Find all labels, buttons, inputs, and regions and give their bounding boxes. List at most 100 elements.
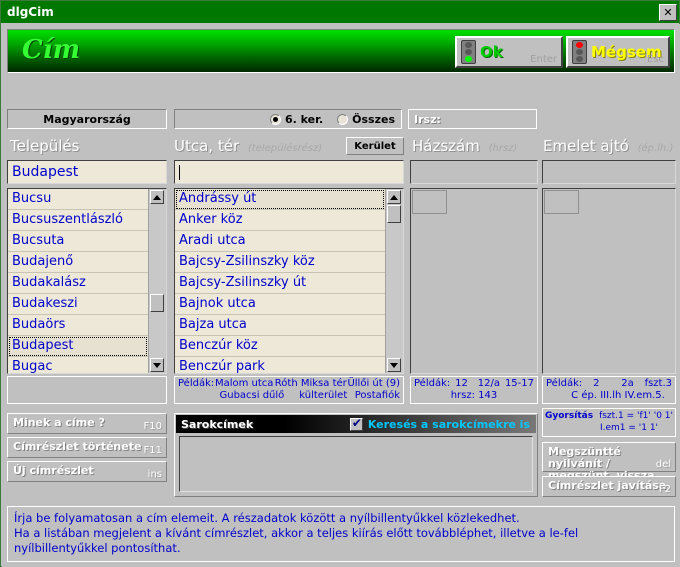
list-item[interactable]: Bugac <box>8 357 148 373</box>
radio-all[interactable]: Összes <box>337 113 395 126</box>
list-item[interactable]: Bucsu <box>8 189 148 210</box>
list-item[interactable]: Bajza utca <box>175 315 385 336</box>
list-item[interactable]: Bajnok utca <box>175 294 385 315</box>
scroll-up-icon[interactable] <box>150 190 164 204</box>
list-item[interactable]: Budakeszi <box>8 294 148 315</box>
list-item[interactable]: Bucsuszentlászló <box>8 210 148 231</box>
zip-label: Irsz: <box>414 112 441 126</box>
sarokcimek-header: Sarokcímek Keresés a sarokcímekre is <box>176 415 536 433</box>
list-item[interactable]: Budakalász <box>8 273 148 294</box>
scroll-down-icon[interactable] <box>387 358 401 372</box>
gyorsitas-row2: I.em1 = '1 1' <box>599 423 659 433</box>
emelet-example-1: 2 <box>593 378 600 389</box>
cimreszlet-tortenete-shortcut: F11 <box>143 445 162 456</box>
emelet-listbox[interactable] <box>542 188 676 374</box>
cimreszlet-tortenete-button[interactable]: Címrészlet története F11 <box>7 437 167 458</box>
list-item[interactable]: Benczúr park <box>175 357 385 373</box>
list-item[interactable]: Bucsuta <box>8 231 148 252</box>
column-header-telepules-title: Település <box>10 137 80 155</box>
uj-cimreszlet-shortcut: ins <box>147 469 162 480</box>
emelet-example-2: 2a <box>621 378 634 389</box>
list-item[interactable]: Andrássy út <box>175 189 385 210</box>
ok-button-shortcut: Enter <box>530 54 557 65</box>
cancel-button[interactable]: Mégsem Esc <box>566 36 670 68</box>
hazszam-input[interactable] <box>410 160 538 184</box>
status-line-1: Írja be folyamatosan a cím elemeit. A ré… <box>14 511 520 525</box>
megszuntte-nyilvanit-button[interactable]: Megszüntté nyilvánít / megszünt. vissza … <box>542 442 676 482</box>
list-item[interactable]: Budapest <box>8 336 148 357</box>
uj-cimreszlet-button[interactable]: Új címrészlet ins <box>7 461 167 482</box>
column-header-hazszam: Házszám (hrsz) <box>412 137 517 155</box>
sarokcimek-listbox[interactable] <box>179 436 533 492</box>
cancel-button-shortcut: Esc <box>646 54 664 65</box>
utca-example-6: Postafiók <box>354 390 400 401</box>
text-caret <box>179 164 180 180</box>
list-item[interactable]: Bajcsy-Zsilinszky út <box>175 273 385 294</box>
title-bar: dlgCim ✕ <box>1 1 679 23</box>
emelet-input[interactable] <box>542 160 676 184</box>
emelet-examples-label: Példák: <box>546 378 583 389</box>
radio-district[interactable]: 6. ker. <box>269 113 323 126</box>
utca-scrollbar[interactable] <box>385 189 403 373</box>
utca-input[interactable] <box>174 160 404 184</box>
column-header-emelet: Emelet ajtó (ép.lh.) <box>543 137 673 155</box>
column-header-utca-sub: (településrész) <box>247 143 323 154</box>
utca-example-3: Üllői út (9) <box>347 378 401 389</box>
column-header-hazszam-sub: (hrsz) <box>488 143 518 154</box>
list-item[interactable]: Anker köz <box>175 210 385 231</box>
telepules-scrollbar[interactable] <box>148 189 166 373</box>
dialog-window: dlgCim ✕ Cím Ok Enter Mégsem Esc Magyaro… <box>0 0 680 567</box>
column-header-utca: Utca, tér (településrész) <box>174 137 322 155</box>
client-area: Cím Ok Enter Mégsem Esc Magyarország 6. … <box>2 24 680 567</box>
hazszam-example-3: 15-17 <box>504 378 534 389</box>
list-item[interactable]: Budajenő <box>8 252 148 273</box>
utca-listbox[interactable]: Andrássy út Anker köz Aradi utca Bajcsy-Zsi… <box>174 188 404 374</box>
cimreszlet-javitasa-label: Címrészlet javítása <box>548 479 667 492</box>
emelet-empty-cell <box>544 190 579 214</box>
telepules-listbox[interactable]: Bucsu Bucsuszentlászló Bucsuta Budajenő Buda… <box>7 188 167 374</box>
utca-examples: Példák: Malom utca Róth Miksa tér Üllői … <box>174 376 404 404</box>
hazszam-examples: Példák: 12 12/a 15-17 hrsz: 143 <box>410 376 538 404</box>
utca-example-4: Gubacsi dűlő <box>219 390 285 401</box>
gyorsitas-panel: Gyorsítás fszt.1 = 'f1' '0 1' I.em1 = '1… <box>542 408 676 437</box>
zip-field[interactable]: Irsz: <box>408 109 537 129</box>
sarokcimek-checkbox-label: Keresés a sarokcímekre is <box>367 417 530 431</box>
utca-example-1: Malom utca <box>214 378 274 389</box>
country-button[interactable]: Magyarország <box>7 109 167 129</box>
scrollbar-thumb[interactable] <box>387 205 401 223</box>
traffic-light-icon-ok <box>461 40 476 64</box>
sarokcimek-checkbox[interactable] <box>349 416 363 431</box>
minek-a-cime-button[interactable]: Minek a címe ? F10 <box>7 413 167 434</box>
list-item[interactable]: Bajcsy-Zsilinszky köz <box>175 252 385 273</box>
telepules-input[interactable]: Budapest <box>7 160 167 184</box>
radio-dot-all-icon <box>337 113 349 125</box>
emelet-example-3: fszt.3 <box>644 378 673 389</box>
scroll-up-icon[interactable] <box>387 190 401 204</box>
sarokcimek-title: Sarokcímek <box>181 417 254 431</box>
list-item[interactable]: Aradi utca <box>175 231 385 252</box>
telepules-list-items: Bucsu Bucsuszentlászló Bucsuta Budajenő Buda… <box>8 189 148 373</box>
uj-cimreszlet-label: Új címrészlet <box>13 464 94 477</box>
radio-all-label: Összes <box>352 112 395 126</box>
list-item[interactable]: Benczúr köz <box>175 336 385 357</box>
scroll-down-icon[interactable] <box>150 358 164 372</box>
hazszam-empty-cell <box>412 190 447 214</box>
close-icon[interactable]: ✕ <box>659 3 677 21</box>
banner: Cím Ok Enter Mégsem Esc <box>7 29 675 73</box>
hazszam-examples-label: Példák: <box>414 378 451 389</box>
gyorsitas-row1: fszt.1 = 'f1' '0 1' <box>599 411 673 421</box>
list-item[interactable]: Budaörs <box>8 315 148 336</box>
cimreszlet-javitasa-button[interactable]: Címrészlet javítása F2 <box>542 476 676 497</box>
ok-button[interactable]: Ok Enter <box>455 36 563 68</box>
district-button[interactable]: Kerület <box>346 137 404 155</box>
scrollbar-thumb[interactable] <box>150 294 164 312</box>
hazszam-listbox[interactable] <box>410 188 538 374</box>
traffic-light-icon-cancel <box>572 40 587 64</box>
minek-a-cime-shortcut: F10 <box>143 421 162 432</box>
status-line-2: Ha a listában megjelent a kívánt címrész… <box>14 526 582 555</box>
cimreszlet-tortenete-label: Címrészlet története <box>13 440 142 453</box>
utca-examples-label: Példák: <box>178 378 215 389</box>
column-header-telepules: Település <box>10 137 79 155</box>
banner-title: Cím <box>22 35 81 65</box>
megszuntte-nyilvanit-shortcut: del <box>655 459 671 470</box>
